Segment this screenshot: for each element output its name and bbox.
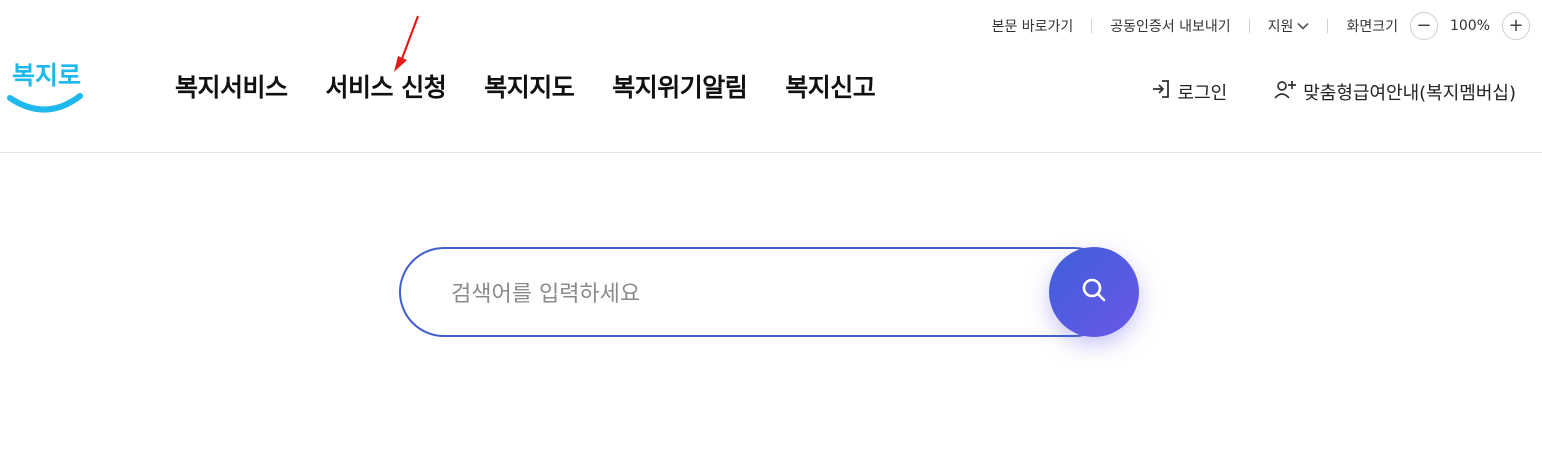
utility-divider [1248, 19, 1250, 33]
skip-to-content-link[interactable]: 본문 바로가기 [992, 16, 1074, 36]
membership-label: 맞춤형급여안내(복지멤버십) [1303, 82, 1516, 104]
auth-links: 로그인 맞춤형급여안내(복지멤버십) [1150, 78, 1516, 105]
nav-item-welfare-report[interactable]: 복지신고 [785, 68, 876, 104]
minus-icon: − [1416, 15, 1432, 36]
utility-divider [1327, 19, 1329, 33]
logo-mark: 복지로 [7, 61, 83, 113]
search-icon [1079, 275, 1109, 309]
zoom-out-button[interactable]: − [1409, 12, 1438, 40]
page: 본문 바로가기 공동인증서 내보내기 지원 화면크기 − 100% + 복지로 … [0, 0, 1542, 450]
search-box [399, 247, 1119, 337]
search-area [399, 247, 1139, 337]
nav-item-welfare-service[interactable]: 복지서비스 [175, 68, 288, 104]
zoom-level: 100% [1449, 18, 1490, 34]
search-button[interactable] [1049, 247, 1139, 337]
zoom-in-button[interactable]: + [1502, 12, 1530, 40]
export-certificate-link[interactable]: 공동인증서 내보내기 [1110, 16, 1230, 36]
main-nav: 복지서비스 서비스 신청 복지지도 복지위기알림 복지신고 [175, 68, 913, 104]
login-label: 로그인 [1177, 82, 1228, 104]
membership-link[interactable]: 맞춤형급여안내(복지멤버십) [1273, 78, 1516, 105]
support-dropdown[interactable]: 지원 [1268, 16, 1310, 36]
chevron-down-icon [1297, 20, 1310, 33]
utility-divider [1091, 19, 1093, 33]
user-plus-icon [1273, 78, 1297, 105]
support-label: 지원 [1267, 19, 1294, 35]
plus-icon: + [1508, 15, 1524, 36]
screen-size-label: 화면크기 [1346, 19, 1398, 35]
login-arrow-icon [1150, 78, 1172, 105]
login-link[interactable]: 로그인 [1150, 78, 1228, 105]
logo-text: 복지로 [12, 61, 81, 90]
header-divider [0, 152, 1542, 153]
utility-bar: 본문 바로가기 공동인증서 내보내기 지원 화면크기 − 100% + [992, 12, 1530, 40]
annotation-arrow-icon [394, 15, 420, 72]
nav-item-welfare-crisis-alert[interactable]: 복지위기알림 [612, 68, 748, 104]
search-input[interactable] [449, 273, 1043, 315]
bokjiro-logo[interactable]: 복지로 [6, 52, 86, 118]
nav-item-welfare-map[interactable]: 복지지도 [484, 68, 575, 104]
